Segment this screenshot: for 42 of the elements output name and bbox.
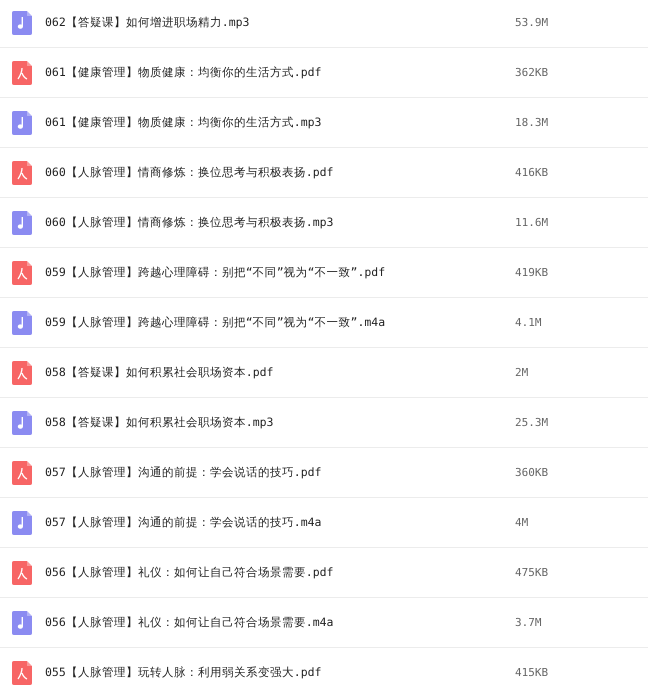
file-size: 362KB [515, 66, 548, 79]
file-name[interactable]: 062【答疑课】如何增进职场精力.mp3 [45, 15, 515, 30]
file-name[interactable]: 060【人脉管理】情商修炼：换位思考与积极表扬.mp3 [45, 215, 515, 230]
music-note-icon [12, 110, 32, 134]
file-size: 416KB [515, 166, 548, 179]
file-name[interactable]: 059【人脉管理】跨越心理障碍：别把“不同”视为“不一致”.pdf [45, 265, 515, 280]
pdf-file-icon [12, 260, 32, 284]
file-size: 360KB [515, 466, 548, 479]
pdf-file-icon [12, 360, 32, 384]
file-size: 475KB [515, 566, 548, 579]
file-name[interactable]: 055【人脉管理】玩转人脉：利用弱关系变强大.pdf [45, 665, 515, 680]
file-name[interactable]: 061【健康管理】物质健康：均衡你的生活方式.pdf [45, 65, 515, 80]
music-note-icon [12, 10, 32, 34]
file-name[interactable]: 056【人脉管理】礼仪：如何让自己符合场景需要.m4a [45, 615, 515, 630]
file-name[interactable]: 057【人脉管理】沟通的前提：学会说话的技巧.m4a [45, 515, 515, 530]
file-name[interactable]: 059【人脉管理】跨越心理障碍：别把“不同”视为“不一致”.m4a [45, 315, 515, 330]
file-size: 415KB [515, 666, 548, 679]
music-note-icon [12, 410, 32, 434]
pdf-file-icon [12, 460, 32, 484]
file-name[interactable]: 056【人脉管理】礼仪：如何让自己符合场景需要.pdf [45, 565, 515, 580]
pdf-file-icon [12, 60, 32, 84]
file-name[interactable]: 057【人脉管理】沟通的前提：学会说话的技巧.pdf [45, 465, 515, 480]
file-size: 25.3M [515, 416, 548, 429]
file-name[interactable]: 058【答疑课】如何积累社会职场资本.pdf [45, 365, 515, 380]
file-size: 11.6M [515, 216, 548, 229]
file-size: 18.3M [515, 116, 548, 129]
pdf-file-icon [12, 160, 32, 184]
file-size: 2M [515, 366, 528, 379]
music-note-icon [12, 610, 32, 634]
music-note-icon [12, 210, 32, 234]
file-name[interactable]: 058【答疑课】如何积累社会职场资本.mp3 [45, 415, 515, 430]
file-size: 4.1M [515, 316, 542, 329]
music-note-icon [12, 310, 32, 334]
pdf-file-icon [12, 660, 32, 684]
file-name[interactable]: 061【健康管理】物质健康：均衡你的生活方式.mp3 [45, 115, 515, 130]
file-name[interactable]: 060【人脉管理】情商修炼：换位思考与积极表扬.pdf [45, 165, 515, 180]
music-note-icon [12, 510, 32, 534]
file-size: 4M [515, 516, 528, 529]
file-size: 53.9M [515, 16, 548, 29]
file-size: 419KB [515, 266, 548, 279]
file-size: 3.7M [515, 616, 542, 629]
pdf-file-icon [12, 560, 32, 584]
